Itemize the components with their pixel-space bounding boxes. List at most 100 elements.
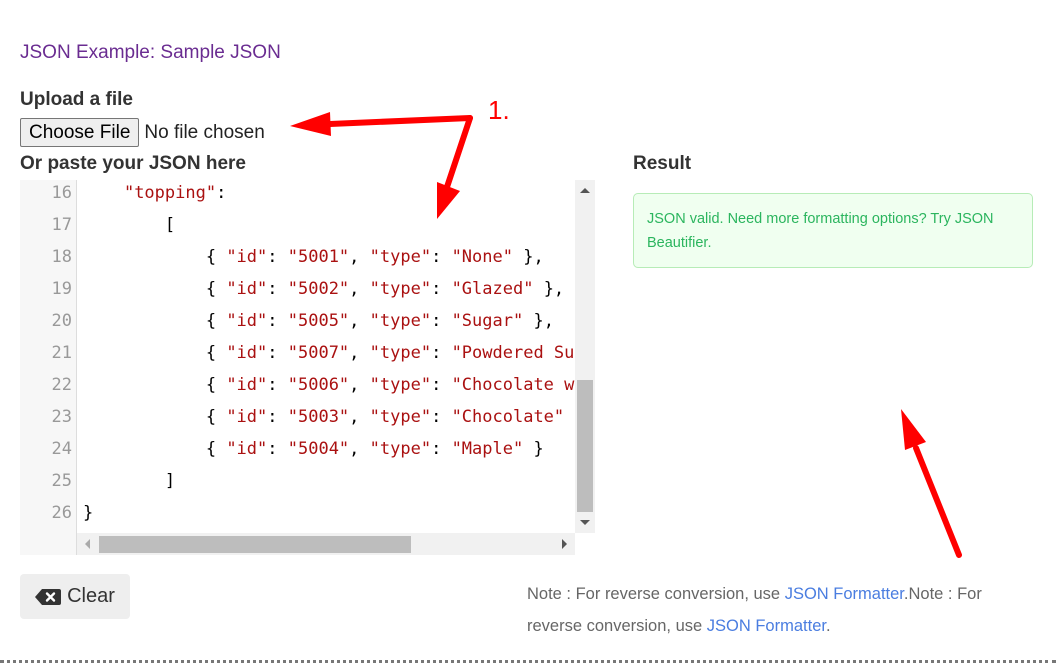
clear-button[interactable]: Clear [20, 574, 130, 619]
json-punctuation: [ [164, 215, 176, 235]
code-line: { "id": "5007", "type": "Powdered Sugar"… [83, 341, 595, 373]
json-punctuation: : [267, 311, 288, 331]
vertical-scrollbar[interactable] [575, 180, 595, 533]
json-punctuation: { [205, 311, 227, 331]
json-key: "type" [369, 279, 432, 299]
code-line: } [83, 501, 93, 533]
line-number: 23 [51, 407, 72, 427]
json-punctuation: , [349, 439, 370, 459]
json-string: "Chocolate with Sprinkles" [451, 375, 595, 395]
scroll-down-icon[interactable] [580, 520, 590, 525]
code-line: ] [83, 469, 175, 501]
horizontal-scrollbar[interactable] [77, 533, 575, 555]
code-line: { "id": "5002", "type": "Glazed" }, [83, 277, 564, 309]
note-text: Note : For reverse conversion, use [527, 585, 785, 603]
json-key: "type" [369, 311, 432, 331]
line-number: 19 [51, 279, 72, 299]
json-punctuation: , [349, 311, 370, 331]
line-number: 21 [51, 343, 72, 363]
note-text: . [825, 617, 831, 635]
json-formatter-link[interactable]: JSON Formatter [707, 617, 826, 635]
json-string: "5004" [287, 439, 350, 459]
json-string: "Glazed" [451, 279, 534, 299]
json-string: "5002" [287, 279, 350, 299]
json-punctuation: : [267, 247, 288, 267]
code-line: [ [83, 213, 175, 245]
json-punctuation: : [431, 439, 452, 459]
upload-label: Upload a file [20, 89, 133, 110]
json-punctuation: , [349, 343, 370, 363]
json-punctuation: }, [523, 311, 554, 331]
paste-json-label: Or paste your JSON here [20, 153, 246, 174]
json-key: "id" [226, 343, 268, 363]
json-example-link[interactable]: JSON Example: Sample JSON [20, 42, 281, 64]
json-string: "Sugar" [451, 311, 524, 331]
json-string: "5007" [287, 343, 350, 363]
section-divider [0, 660, 1056, 663]
json-formatter-link[interactable]: JSON Formatter [785, 585, 904, 603]
line-number: 20 [51, 311, 72, 331]
line-number: 17 [51, 215, 72, 235]
json-punctuation: : [431, 375, 452, 395]
annotation-arrow-to-file-input [290, 112, 473, 136]
choose-file-button[interactable]: Choose File [20, 118, 140, 147]
result-label: Result [633, 153, 692, 174]
line-number: 18 [51, 247, 72, 267]
json-string: "5006" [287, 375, 350, 395]
json-string: "5005" [287, 311, 350, 331]
json-punctuation: , [349, 375, 370, 395]
json-punctuation: : [267, 375, 288, 395]
json-punctuation: , [349, 279, 370, 299]
result-message: JSON valid. Need more formatting options… [633, 193, 1033, 268]
scroll-left-icon[interactable] [85, 539, 90, 549]
line-number: 22 [51, 375, 72, 395]
vertical-scroll-thumb[interactable] [577, 380, 593, 512]
json-punctuation: { [205, 407, 227, 427]
json-editor[interactable]: 16 "topping": 17 [18 { "id": "5001", "typ… [20, 180, 595, 555]
line-number: 26 [51, 503, 72, 523]
json-string: "5003" [287, 407, 350, 427]
clear-label: Clear [67, 585, 115, 607]
json-key: "id" [226, 311, 268, 331]
backspace-icon [35, 588, 62, 605]
json-key: "id" [226, 439, 268, 459]
json-punctuation: ] [164, 471, 176, 491]
json-punctuation: : [267, 407, 288, 427]
line-number: 16 [51, 183, 72, 203]
json-punctuation: : [267, 343, 288, 363]
json-key: "type" [369, 375, 432, 395]
json-key: "id" [226, 407, 268, 427]
json-punctuation: { [205, 247, 227, 267]
line-number: 25 [51, 471, 72, 491]
json-punctuation: : [216, 183, 227, 203]
json-punctuation: }, [533, 279, 565, 299]
json-string: "Maple" [451, 439, 524, 459]
line-number: 24 [51, 439, 72, 459]
horizontal-scroll-thumb[interactable] [99, 536, 411, 553]
json-punctuation: } [83, 503, 94, 523]
file-input[interactable]: Choose File No file chosen [20, 118, 265, 147]
json-key: "type" [369, 343, 432, 363]
scroll-up-icon[interactable] [580, 188, 590, 193]
json-punctuation: : [267, 439, 288, 459]
json-punctuation: { [205, 279, 227, 299]
json-punctuation: : [431, 279, 452, 299]
json-key: "type" [369, 247, 432, 267]
json-punctuation: : [431, 343, 452, 363]
json-punctuation: }, [512, 247, 544, 267]
code-line: { "id": "5004", "type": "Maple" } [83, 437, 544, 469]
scroll-right-icon[interactable] [562, 539, 567, 549]
annotation-step-label: 1. [488, 95, 510, 125]
code-line: { "id": "5005", "type": "Sugar" }, [83, 309, 554, 341]
reverse-conversion-note: Note : For reverse conversion, use JSON … [527, 578, 1037, 642]
json-punctuation: , [349, 247, 370, 267]
json-string: "Powdered Sugar" [451, 343, 595, 363]
json-key: "topping" [123, 183, 217, 203]
json-punctuation: { [205, 375, 227, 395]
json-punctuation: : [267, 279, 288, 299]
code-line: { "id": "5006", "type": "Chocolate with … [83, 373, 595, 405]
code-line: "topping": [83, 181, 226, 213]
file-status: No file chosen [144, 121, 265, 143]
json-string: "5001" [287, 247, 350, 267]
json-punctuation: : [431, 247, 452, 267]
